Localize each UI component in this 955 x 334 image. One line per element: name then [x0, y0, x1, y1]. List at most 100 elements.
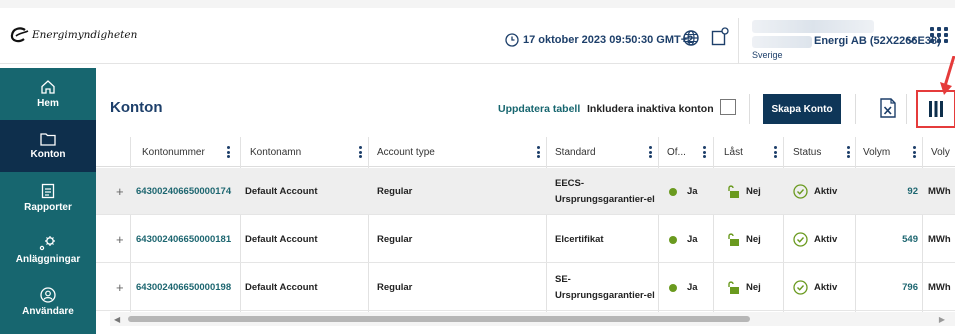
status-value: Aktiv	[793, 168, 837, 215]
column-header-account-type[interactable]: Account type	[377, 137, 435, 167]
horizontal-scrollbar[interactable]: ◀ ▶	[110, 312, 955, 326]
folder-icon	[40, 133, 56, 146]
toolbar: Konton Uppdatera tabell Inkludera inakti…	[96, 86, 955, 132]
column-header-volume[interactable]: Volym	[863, 137, 890, 167]
organization-country: Sverige	[752, 50, 783, 60]
scroll-left-icon[interactable]: ◀	[114, 315, 120, 324]
chevron-down-icon[interactable]	[906, 36, 916, 44]
account-number-link[interactable]: 643002406650000198	[136, 264, 231, 311]
include-inactive-label: Inkludera inaktiva konton	[587, 103, 714, 115]
account-number-link[interactable]: 643002406650000181	[136, 216, 231, 263]
account-name: Default Account	[245, 234, 318, 245]
status-dot-icon	[669, 283, 677, 292]
check-circle-icon	[793, 232, 808, 247]
redacted-user-detail	[752, 36, 812, 48]
sidebar-item-label: Hem	[37, 98, 59, 109]
toolbar-divider	[749, 94, 750, 124]
report-icon	[41, 183, 55, 199]
include-inactive-checkbox[interactable]	[720, 99, 736, 115]
notification-icon[interactable]	[711, 27, 729, 47]
account-type: Regular	[377, 186, 413, 197]
locked-value: Nej	[726, 216, 761, 263]
header-divider	[738, 18, 739, 64]
datetime-text: 17 oktober 2023 09:50:30 GMT+2	[523, 34, 694, 46]
sidebar-item-konton[interactable]: Konton	[0, 120, 96, 172]
table-row[interactable]: + 643002406650000198 Default Account Reg…	[96, 264, 955, 311]
account-standard: Elcertifikat	[555, 233, 604, 245]
status-dot-icon	[669, 235, 677, 244]
account-name: Default Account	[245, 282, 318, 293]
sidebar-item-label: Rapporter	[24, 202, 72, 213]
table-row[interactable]: + 643002406650000174 Default Account Reg…	[96, 168, 955, 215]
unlocked-icon	[728, 185, 739, 198]
datetime-display: 17 oktober 2023 09:50:30 GMT+2	[505, 33, 693, 47]
column-header-locked[interactable]: Låst	[724, 137, 743, 167]
locked-value: Nej	[726, 168, 761, 215]
excel-export-icon[interactable]	[880, 98, 896, 118]
column-header-kontonummer[interactable]: Kontonummer	[142, 137, 205, 167]
logo-text: Energimyndigheten	[32, 29, 138, 41]
sidebar-item-label: Användare	[22, 306, 74, 317]
official-value: Ja	[669, 264, 698, 311]
volume-value: 549	[902, 234, 918, 245]
volume-unit: MWh	[928, 282, 951, 293]
volume-value: 796	[902, 282, 918, 293]
check-circle-icon	[793, 280, 808, 295]
organization-name[interactable]: Energi AB (52X2266E38)	[814, 35, 941, 47]
columns-icon	[929, 101, 943, 117]
sidebar-item-label: Konton	[30, 149, 66, 160]
sidebar-item-label: Anläggningar	[15, 254, 81, 265]
expand-row-icon[interactable]: +	[116, 168, 124, 215]
sidebar-item-rapporter[interactable]: Rapporter	[0, 172, 96, 224]
official-value: Ja	[669, 216, 698, 263]
unlocked-icon	[728, 233, 739, 246]
column-header-volume-unit[interactable]: Voly	[931, 137, 950, 167]
annotation-arrow-icon	[940, 56, 955, 95]
volume-unit: MWh	[928, 186, 951, 197]
expand-row-icon[interactable]: +	[116, 216, 124, 263]
account-type: Regular	[377, 234, 413, 245]
toolbar-divider	[906, 94, 907, 124]
volume-unit: MWh	[928, 234, 951, 245]
account-type: Regular	[377, 282, 413, 293]
top-header: Energimyndigheten 17 oktober 2023 09:50:…	[0, 0, 955, 64]
expand-row-icon[interactable]: +	[116, 264, 124, 311]
globe-icon[interactable]	[683, 30, 699, 46]
column-header-standard[interactable]: Standard	[555, 137, 596, 167]
account-number-link[interactable]: 643002406650000174	[136, 168, 231, 215]
account-standard: SE- Ursprungsgarantier-el	[555, 273, 655, 301]
update-table-link[interactable]: Uppdatera tabell	[498, 103, 580, 115]
scrollbar-thumb[interactable]	[128, 316, 750, 322]
logo[interactable]: Energimyndigheten	[10, 27, 137, 43]
redacted-user-name	[752, 20, 874, 33]
home-icon	[41, 80, 55, 94]
sidebar-item-anvandare[interactable]: Användare	[0, 276, 96, 328]
sidebar: Hem Konton Rapporter Anläggningar Använd…	[0, 68, 96, 334]
accounts-table: Kontonummer Kontonamn Account type Stand…	[96, 137, 955, 312]
official-value: Ja	[669, 168, 698, 215]
energimyndigheten-logo-icon	[10, 27, 29, 43]
clock-icon	[505, 33, 519, 47]
table-row[interactable]: + 643002406650000181 Default Account Reg…	[96, 216, 955, 263]
account-standard: EECS- Ursprungsgarantier-el	[555, 177, 655, 205]
app-root: Energimyndigheten 17 oktober 2023 09:50:…	[0, 0, 955, 334]
facility-icon	[39, 236, 55, 251]
unlocked-icon	[728, 281, 739, 294]
status-dot-icon	[669, 187, 677, 196]
status-value: Aktiv	[793, 216, 837, 263]
locked-value: Nej	[726, 264, 761, 311]
volume-value: 92	[907, 186, 918, 197]
column-header-status[interactable]: Status	[793, 137, 821, 167]
user-icon	[40, 287, 56, 303]
column-header-official[interactable]: Of...	[667, 137, 686, 167]
check-circle-icon	[793, 184, 808, 199]
status-value: Aktiv	[793, 264, 837, 311]
create-account-button[interactable]: Skapa Konto	[763, 94, 841, 124]
column-header-kontonamn[interactable]: Kontonamn	[250, 137, 301, 167]
account-name: Default Account	[245, 186, 318, 197]
sidebar-item-hem[interactable]: Hem	[0, 68, 96, 120]
scroll-right-icon[interactable]: ▶	[939, 315, 945, 324]
app-grid-icon[interactable]	[930, 27, 949, 43]
sidebar-item-anlaggningar[interactable]: Anläggningar	[0, 224, 96, 276]
browser-strip	[0, 0, 955, 8]
